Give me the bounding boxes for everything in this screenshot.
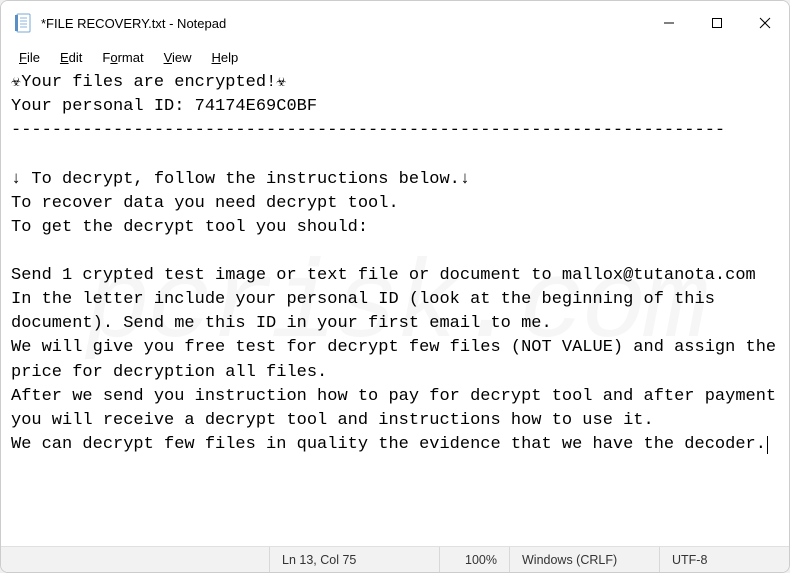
- doc-line: To recover data you need decrypt tool.: [11, 194, 399, 213]
- doc-line: Send 1 crypted test image or text file o…: [11, 266, 756, 285]
- window-title: *FILE RECOVERY.txt - Notepad: [41, 16, 645, 31]
- titlebar[interactable]: *FILE RECOVERY.txt - Notepad: [1, 1, 789, 45]
- maximize-button[interactable]: [693, 1, 741, 45]
- doc-line: To get the decrypt tool you should:: [11, 218, 368, 237]
- notepad-icon: [15, 13, 31, 33]
- doc-line: Your personal ID: 74174E69C0BF: [11, 97, 317, 116]
- doc-line: ☣Your files are encrypted!☣: [11, 73, 287, 92]
- status-encoding: UTF-8: [659, 547, 789, 572]
- menu-file[interactable]: File: [9, 48, 50, 67]
- minimize-button[interactable]: [645, 1, 693, 45]
- status-eol: Windows (CRLF): [509, 547, 659, 572]
- menu-help[interactable]: Help: [202, 48, 249, 67]
- doc-line: ↓ To decrypt, follow the instructions be…: [11, 170, 470, 189]
- menu-format[interactable]: Format: [92, 48, 153, 67]
- close-button[interactable]: [741, 1, 789, 45]
- doc-line: We can decrypt few files in quality the …: [11, 435, 768, 454]
- statusbar: Ln 13, Col 75 100% Windows (CRLF) UTF-8: [1, 546, 789, 572]
- menu-edit[interactable]: Edit: [50, 48, 92, 67]
- menu-view[interactable]: View: [154, 48, 202, 67]
- doc-line: We will give you free test for decrypt f…: [11, 338, 786, 381]
- text-editor-area[interactable]: ☣Your files are encrypted!☣ Your persona…: [1, 69, 789, 546]
- status-zoom[interactable]: 100%: [439, 547, 509, 572]
- window-controls: [645, 1, 789, 45]
- doc-line: After we send you instruction how to pay…: [11, 387, 786, 430]
- status-spacer: [1, 547, 269, 572]
- doc-line: ----------------------------------------…: [11, 121, 725, 140]
- status-position: Ln 13, Col 75: [269, 547, 439, 572]
- menubar: File Edit Format View Help: [1, 45, 789, 69]
- doc-line: In the letter include your personal ID (…: [11, 290, 725, 333]
- notepad-window: *FILE RECOVERY.txt - Notepad File Edit F…: [0, 0, 790, 573]
